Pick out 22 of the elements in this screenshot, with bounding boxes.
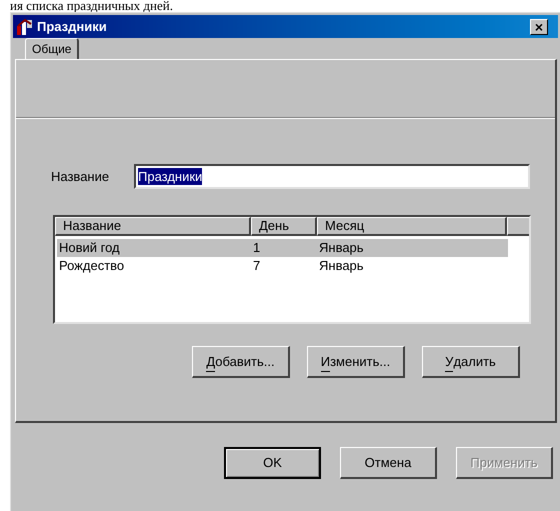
document-text: ия списка праздничных дней. [10, 0, 173, 13]
dialog-button[interactable]: Изменить... [307, 346, 405, 378]
table-cell-text: Рождество [58, 257, 126, 276]
name-field[interactable]: Праздники [134, 164, 530, 189]
close-button[interactable]: × [530, 18, 548, 34]
window-title: Праздники [37, 18, 107, 36]
dialog-button[interactable]: Отмена [340, 447, 437, 479]
list-row[interactable]: Новий год 1 Январь [57, 239, 508, 257]
tab[interactable]: Общие [25, 38, 80, 59]
column-header[interactable]: Название [55, 217, 251, 236]
app-icon [16, 18, 34, 36]
table-cell-text: Январь [318, 257, 365, 276]
table-cell-text: 7 [252, 257, 262, 276]
dialog-button[interactable]: Удалить [422, 346, 520, 378]
column-header[interactable]: Месяц [317, 217, 507, 236]
table-cell-text: Новий год [58, 239, 121, 258]
column-header[interactable]: День [251, 217, 317, 236]
field-label: Название [51, 168, 110, 186]
dialog-button[interactable]: Добавить... [192, 346, 290, 378]
table-cell-text: 1 [252, 239, 262, 258]
dialog-button[interactable]: OK [224, 447, 321, 479]
table-cell-text: Январь [318, 239, 365, 258]
